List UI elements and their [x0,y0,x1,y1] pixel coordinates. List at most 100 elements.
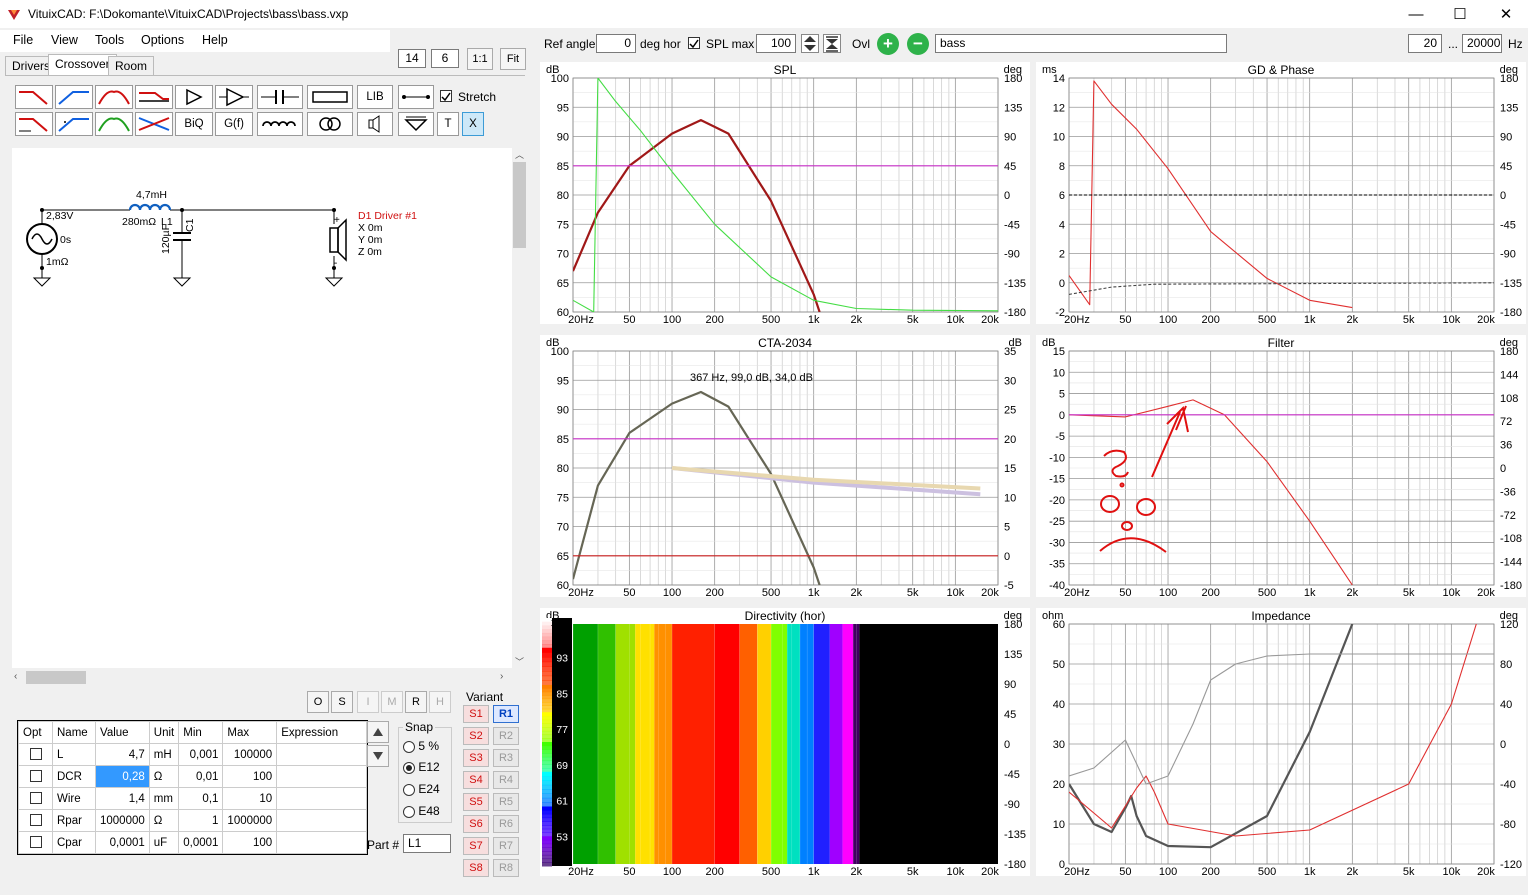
right-tick-label: -144 [1500,557,1522,569]
heatmap-band [842,624,854,864]
color-scale-step [542,862,552,867]
right-tick-label: 72 [1500,416,1512,428]
right-tick-label: 5 [1004,522,1010,534]
right-tick-label: 45 [1004,161,1016,173]
chart-filter[interactable]: FilterdB deg151050-5-10-15-20-25-30-35-40… [1036,335,1526,599]
color-scale-step [542,661,552,667]
chart-title: GD & Phase [1248,63,1315,77]
chart-spl[interactable]: SPLdB deg100959085807570656018013590450-4… [540,62,1030,326]
color-scale-step [542,847,552,852]
y-tick-label: -15 [1049,474,1065,486]
right-tick-label: 180 [1004,73,1022,85]
right-tick-label: 15 [1004,463,1016,475]
right-tick-label: -180 [1500,580,1522,592]
y-tick-label: 95 [557,375,569,387]
color-scale-step [542,839,552,845]
color-scale-step [542,680,552,686]
right-tick-label: -80 [1500,819,1516,831]
x-tick-label: 100 [663,866,681,878]
y-tick-label: 65 [557,278,569,290]
x-tick-label: 100 [663,314,681,326]
heatmap-band [635,624,655,864]
x-tick-label: 20k [1477,587,1495,599]
color-scale-step [542,776,552,781]
color-scale-step [542,821,552,826]
x-tick-label: 20Hz [568,866,594,878]
y-tick-label: 95 [557,102,569,114]
chart-gd-phase[interactable]: GD & Phasems deg14121086420-218013590450-… [1036,62,1526,326]
x-tick-label: 20k [1477,866,1495,878]
x-tick-label: 20k [1477,314,1495,326]
right-tick-label: 0 [1004,739,1010,751]
right-tick-label: -90 [1004,799,1020,811]
right-tick-label: -180 [1004,859,1026,871]
cursor-annotation: 367 Hz, 99,0 dB, 34,0 dB [690,372,813,384]
y-tick-label: 14 [1053,73,1065,85]
x-tick-label: 50 [623,866,635,878]
heatmap-band [813,624,830,864]
color-scale-step [542,756,552,762]
x-tick-label: 1k [1304,866,1316,878]
x-tick-label: 5k [1403,866,1415,878]
x-tick-label: 50 [1119,866,1131,878]
color-scale-step [542,708,552,713]
color-scale-step [542,702,552,706]
right-tick-label: -135 [1004,829,1026,841]
y-tick-label: 6 [1059,190,1065,202]
x-tick-label: 50 [623,587,635,599]
color-scale-step [542,730,552,736]
y-tick-label: -20 [1049,495,1065,507]
chart-title: Impedance [1251,609,1311,623]
heatmap-band [573,624,598,864]
heatmap-band [757,624,772,864]
scale-tick-label: 77 [556,724,568,736]
x-tick-label: 2k [851,866,863,878]
color-scale-step [542,691,552,696]
chart-cta-2034[interactable]: CTA-2034dB dB1009590858075706560367 Hz, 9… [540,335,1030,599]
color-scale-step [542,666,552,672]
color-scale-step [542,810,552,815]
x-tick-label: 5k [907,587,919,599]
x-tick-label: 50 [623,314,635,326]
x-tick-label: 500 [1258,314,1276,326]
scale-tick-label: 61 [556,796,568,808]
y-tick-label: 10 [1053,132,1065,144]
y-tick-label: 60 [557,307,569,319]
right-tick-label: 40 [1500,699,1512,711]
color-scale-step [542,636,552,641]
color-scale-step [542,813,552,819]
x-tick-label: 500 [1258,866,1276,878]
x-tick-label: 200 [1201,314,1219,326]
y-tick-label: 80 [557,190,569,202]
chart-impedance[interactable]: Impedanceohm deg605040302010012080400-40-… [1036,608,1526,878]
right-tick-label: 90 [1004,132,1016,144]
right-tick-label: -135 [1500,278,1522,290]
y-tick-label: 65 [557,551,569,563]
right-tick-label: 135 [1500,102,1518,114]
y-tick-label: 70 [557,522,569,534]
y-tick-label: 50 [1053,659,1065,671]
color-scale-step [542,764,552,769]
right-tick-label: 10 [1004,492,1016,504]
color-scale-step [542,784,552,790]
right-tick-label: 45 [1004,709,1016,721]
x-tick-label: 20Hz [1064,314,1090,326]
x-tick-label: 200 [705,314,723,326]
scale-tick-label: 93 [556,653,568,665]
color-scale-step [542,854,552,860]
x-tick-label: 1k [808,587,820,599]
right-tick-label: 90 [1004,679,1016,691]
heatmap-band [615,624,636,864]
color-scale-step [542,698,552,703]
right-tick-label: 25 [1004,405,1016,417]
color-scale-step [542,695,552,700]
y-tick-label: 4 [1059,219,1065,231]
heatmap-band [829,624,843,864]
right-tick-label: 180 [1500,346,1518,358]
color-scale-step [542,652,552,658]
right-tick-label: -36 [1500,486,1516,498]
heatmap-band [859,624,998,864]
color-scale-step [542,629,552,634]
chart-directivity-hor[interactable]: Directivity (hor)dB deg101938577696153451… [540,608,1030,879]
y-tick-label: 12 [1053,102,1065,114]
